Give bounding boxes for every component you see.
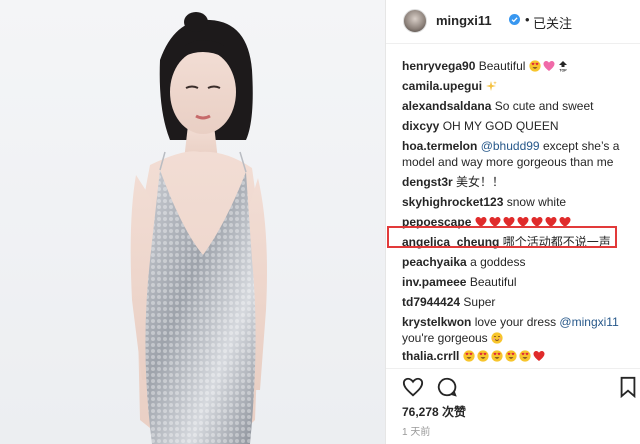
comment-username[interactable]: dixcyy: [402, 119, 439, 133]
comment-mention[interactable]: @mingxi11: [559, 315, 618, 329]
comment-row: td7944424 Super: [402, 294, 495, 310]
top-icon: TOP: [557, 60, 569, 76]
comment-row: skyhighrocket123 snow white: [402, 194, 566, 210]
heart-eyes-icon: [477, 350, 489, 366]
comment-text: a goddess: [470, 255, 526, 269]
comment-mention[interactable]: @bhudd99: [481, 139, 540, 153]
comment-username[interactable]: henryvega90: [402, 59, 475, 73]
comment-text: Super: [463, 295, 496, 309]
heart-eyes-icon: [463, 350, 475, 366]
separator-dot: •: [525, 12, 530, 27]
comment-username[interactable]: krystelkwon: [402, 315, 471, 329]
model-photo: [130, 12, 267, 444]
post-time: 1 天前: [402, 427, 431, 438]
comment-row: inv.pameee Beautiful: [402, 274, 517, 290]
red-heart-icon: [533, 350, 545, 366]
comment-text-line2: you're gorgeous: [402, 331, 488, 345]
follow-status-button[interactable]: 已关注: [533, 13, 572, 32]
comment-username[interactable]: inv.pameee: [402, 275, 466, 289]
comment-row: hoa.termelon @bhudd99 except she’s a mode…: [402, 138, 619, 170]
comment-username[interactable]: td7944424: [402, 295, 460, 309]
comment-row: peachyaika a goddess: [402, 254, 525, 270]
comment-row: thalia.crrll: [402, 348, 547, 366]
comment-row: dengst3r 美女！！: [402, 174, 504, 190]
post-photo: [0, 0, 385, 444]
avatar[interactable]: [403, 9, 427, 33]
comment-row: krystelkwon love your dress @mingxi11 you…: [402, 314, 619, 348]
comment-text: Beautiful: [478, 59, 526, 73]
comment-text: Beautiful: [469, 275, 517, 289]
comment-username[interactable]: hoa.termelon: [402, 139, 477, 153]
comment-text-line2: model and way more gorgeous than me: [402, 155, 614, 169]
comment-text: love your dress: [474, 315, 560, 329]
header-username[interactable]: mingxi11: [436, 13, 492, 28]
heart-eyes-icon: [519, 350, 531, 366]
comment-text: OH MY GOD QUEEN: [442, 119, 559, 133]
comment-panel: mingxi11 • 已关注 henryvega90 Beautiful TOP…: [385, 0, 640, 444]
comment-text: 美女！！: [456, 175, 505, 189]
verified-badge-icon: [509, 14, 520, 25]
heart-eyes-icon: [529, 60, 541, 76]
heart-icon[interactable]: [402, 376, 424, 398]
comment-text: except she’s a: [539, 139, 620, 153]
comment-username[interactable]: dengst3r: [402, 175, 453, 189]
comment-icon[interactable]: [436, 376, 458, 398]
smiling-blush-icon: [491, 332, 503, 348]
heart-eyes-icon: [505, 350, 517, 366]
comment-username[interactable]: camila.upegui: [402, 79, 482, 93]
comment-username[interactable]: peachyaika: [402, 255, 467, 269]
svg-text:TOP: TOP: [559, 69, 567, 73]
comment-username[interactable]: thalia.crrll: [402, 349, 459, 363]
comment-text: snow white: [506, 195, 567, 209]
comment-text: So cute and sweet: [494, 99, 594, 113]
action-bar: [386, 368, 640, 399]
red-highlight-box: [387, 226, 617, 248]
likes-count[interactable]: 76,278 次赞: [402, 403, 466, 420]
bookmark-icon[interactable]: [619, 376, 637, 398]
pink-heart-icon: [543, 60, 555, 76]
comment-row: henryvega90 Beautiful TOP: [402, 58, 571, 76]
comment-username[interactable]: alexandsaldana: [402, 99, 491, 113]
comment-row: dixcyy OH MY GOD QUEEN: [402, 118, 559, 134]
sparkles-icon: [485, 80, 498, 96]
comment-username[interactable]: skyhighrocket123: [402, 195, 503, 209]
post-header: mingxi11 • 已关注: [386, 0, 640, 44]
comment-row: camila.upegui: [402, 78, 499, 96]
heart-eyes-icon: [491, 350, 503, 366]
comment-row: alexandsaldana So cute and sweet: [402, 98, 593, 114]
